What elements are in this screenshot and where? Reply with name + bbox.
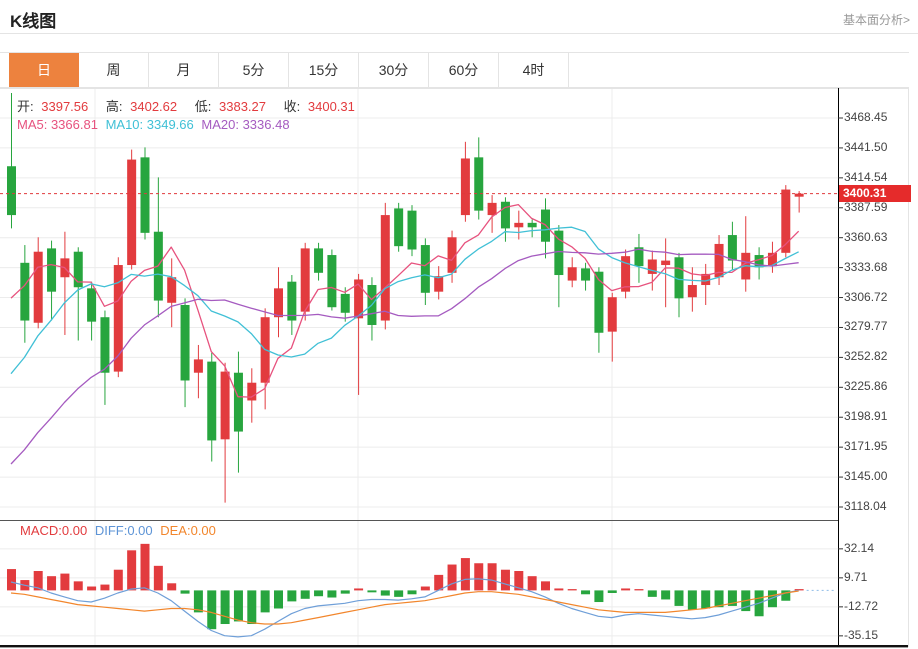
tab-周[interactable]: 周 — [79, 53, 149, 87]
interval-tab-bar: 日周月5分15分30分60分4时 — [0, 52, 909, 88]
kline-chart-area[interactable]: 开: 3397.56 高: 3402.62 低: 3383.27 收: 3400… — [0, 0, 918, 649]
tab-15分[interactable]: 15分 — [289, 53, 359, 87]
tab-60分[interactable]: 60分 — [429, 53, 499, 87]
kline-widget: K线图 基本面分析> 日周月5分15分30分60分4时 开: 3397.56 高… — [0, 0, 918, 649]
tab-日[interactable]: 日 — [9, 53, 79, 87]
kline-chart-canvas[interactable] — [0, 0, 918, 649]
tab-5分[interactable]: 5分 — [219, 53, 289, 87]
tab-月[interactable]: 月 — [149, 53, 219, 87]
tab-30分[interactable]: 30分 — [359, 53, 429, 87]
tab-4时[interactable]: 4时 — [499, 53, 569, 87]
